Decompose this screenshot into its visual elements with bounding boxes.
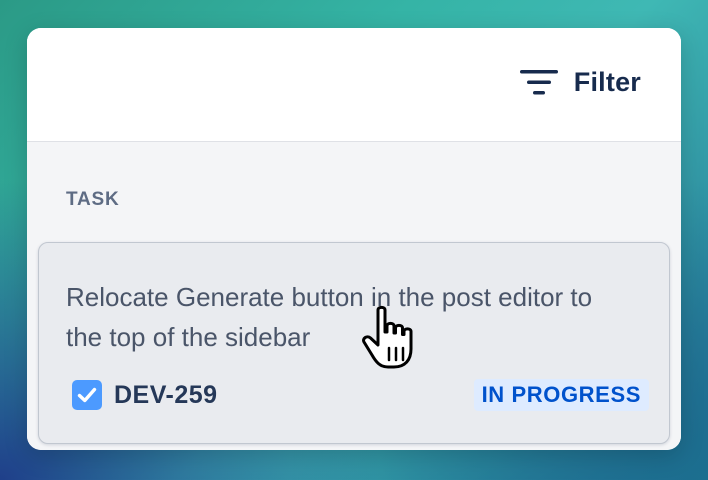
- task-checkbox-icon: [72, 380, 102, 410]
- filter-button[interactable]: Filter: [519, 64, 641, 100]
- issue-card-footer: DEV-259 IN PROGRESS: [72, 377, 649, 413]
- filter-label: Filter: [573, 66, 641, 97]
- filter-icon: [519, 68, 558, 96]
- board-column: TASK Relocate Generate button in the pos…: [27, 142, 681, 450]
- board-panel: Filter TASK Relocate Generate button in …: [27, 28, 681, 450]
- status-badge[interactable]: IN PROGRESS: [473, 379, 649, 411]
- issue-key-group: DEV-259: [72, 380, 218, 410]
- issue-key[interactable]: DEV-259: [114, 381, 218, 410]
- issue-title: Relocate Generate button in the post edi…: [66, 282, 593, 352]
- toolbar: Filter: [27, 28, 681, 142]
- column-header: TASK: [66, 189, 120, 210]
- issue-card[interactable]: Relocate Generate button in the post edi…: [38, 242, 670, 444]
